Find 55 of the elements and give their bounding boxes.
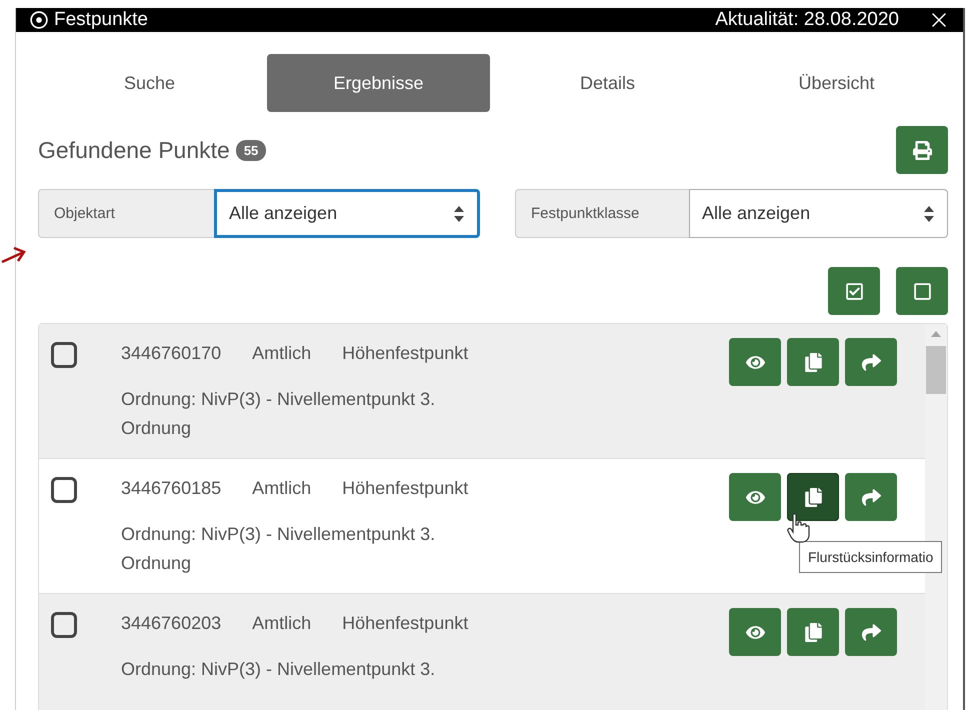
sort-caret-icon: [923, 204, 935, 222]
point-order: Ordnung: NivP(3) - Nivellementpunkt 3. Ordnung: [121, 523, 436, 575]
documents-icon: [804, 352, 822, 372]
point-number: 3446760203: [121, 612, 222, 634]
forward-arrow-icon: [862, 622, 880, 642]
view-button[interactable]: [729, 473, 781, 521]
view-button[interactable]: [729, 608, 781, 656]
select-all-button[interactable]: [828, 267, 880, 315]
documents-icon: [804, 488, 822, 506]
filter-select[interactable]: Alle anzeigen: [689, 189, 948, 238]
point-type: Höhenfestpunkt: [342, 612, 468, 634]
point-status: Amtlich: [252, 342, 312, 364]
parcel-button[interactable]: [787, 608, 839, 656]
results-heading: Gefundene Punkte: [38, 136, 230, 164]
count-badge: 55: [236, 140, 266, 160]
point-number: 3446760185: [121, 478, 222, 498]
point-status: Amtlich: [252, 478, 312, 498]
forward-button[interactable]: [845, 338, 897, 386]
point-order: Ordnung: NivP(3) - Nivellementpunkt 3. Ordnung: [121, 388, 436, 440]
point-status: Amtlich: [252, 612, 312, 634]
forward-button[interactable]: [845, 473, 897, 521]
tooltip: Flurstücksinformatio: [799, 541, 942, 573]
hand-cursor-icon: [787, 513, 811, 543]
point-type: Höhenfestpunkt: [342, 342, 468, 364]
parcel-button[interactable]: [787, 338, 839, 386]
filter-select[interactable]: Alle anzeigen: [214, 189, 480, 238]
empty-box-icon: [912, 282, 932, 300]
window-title: Festpunkte: [54, 9, 149, 31]
forward-arrow-icon: [862, 488, 880, 506]
filter-label: Objektart: [38, 189, 214, 238]
documents-icon: [804, 622, 822, 642]
row-checkbox[interactable]: [51, 342, 77, 368]
tab[interactable]: Suche: [38, 54, 261, 112]
tab[interactable]: Details: [496, 54, 719, 112]
printer-icon: [912, 140, 932, 160]
filter-label: Festpunktklasse: [515, 189, 689, 238]
tab[interactable]: Ergebnisse: [267, 54, 490, 112]
row-checkbox[interactable]: [51, 477, 77, 503]
target-icon: [30, 11, 48, 29]
view-button[interactable]: [729, 338, 781, 386]
row-checkbox[interactable]: [51, 612, 77, 638]
sort-caret-icon: [453, 204, 465, 222]
point-type: Höhenfestpunkt: [342, 478, 468, 498]
deselect-all-button[interactable]: [896, 267, 948, 315]
point-order: Ordnung: NivP(3) - Nivellementpunkt 3.: [121, 658, 436, 681]
forward-arrow-icon: [862, 352, 880, 372]
forward-button[interactable]: [845, 608, 897, 656]
point-number: 3446760170: [121, 342, 222, 364]
currency-date: Aktualität: 28.08.2020: [715, 9, 899, 31]
scrollbar-thumb[interactable]: [926, 346, 946, 394]
parcel-button[interactable]: [787, 473, 839, 521]
print-button[interactable]: [896, 126, 948, 174]
checked-box-icon: [844, 282, 864, 300]
tab[interactable]: Übersicht: [725, 54, 948, 112]
scroll-up-icon: [931, 330, 941, 338]
